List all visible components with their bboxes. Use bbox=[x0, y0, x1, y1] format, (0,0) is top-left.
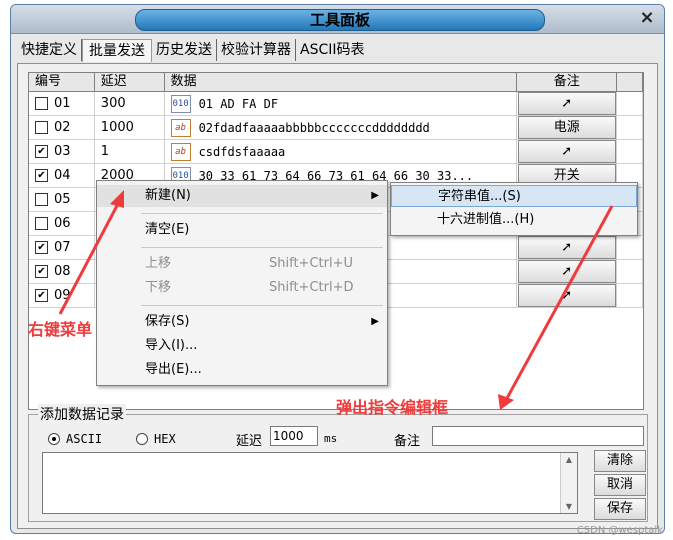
arrow-to-context-menu bbox=[58, 199, 122, 315]
arrow-to-submenu bbox=[504, 205, 614, 401]
arrowhead-submenu bbox=[498, 394, 514, 410]
annotation-popup-editor: 弹出指令编辑框 bbox=[336, 398, 449, 417]
watermark: CSDN @wesptalk bbox=[576, 525, 663, 536]
annotation-right-click-menu: 右键菜单 bbox=[28, 320, 93, 339]
arrowhead-context-menu bbox=[110, 190, 124, 208]
annotation-arrows bbox=[58, 190, 614, 410]
